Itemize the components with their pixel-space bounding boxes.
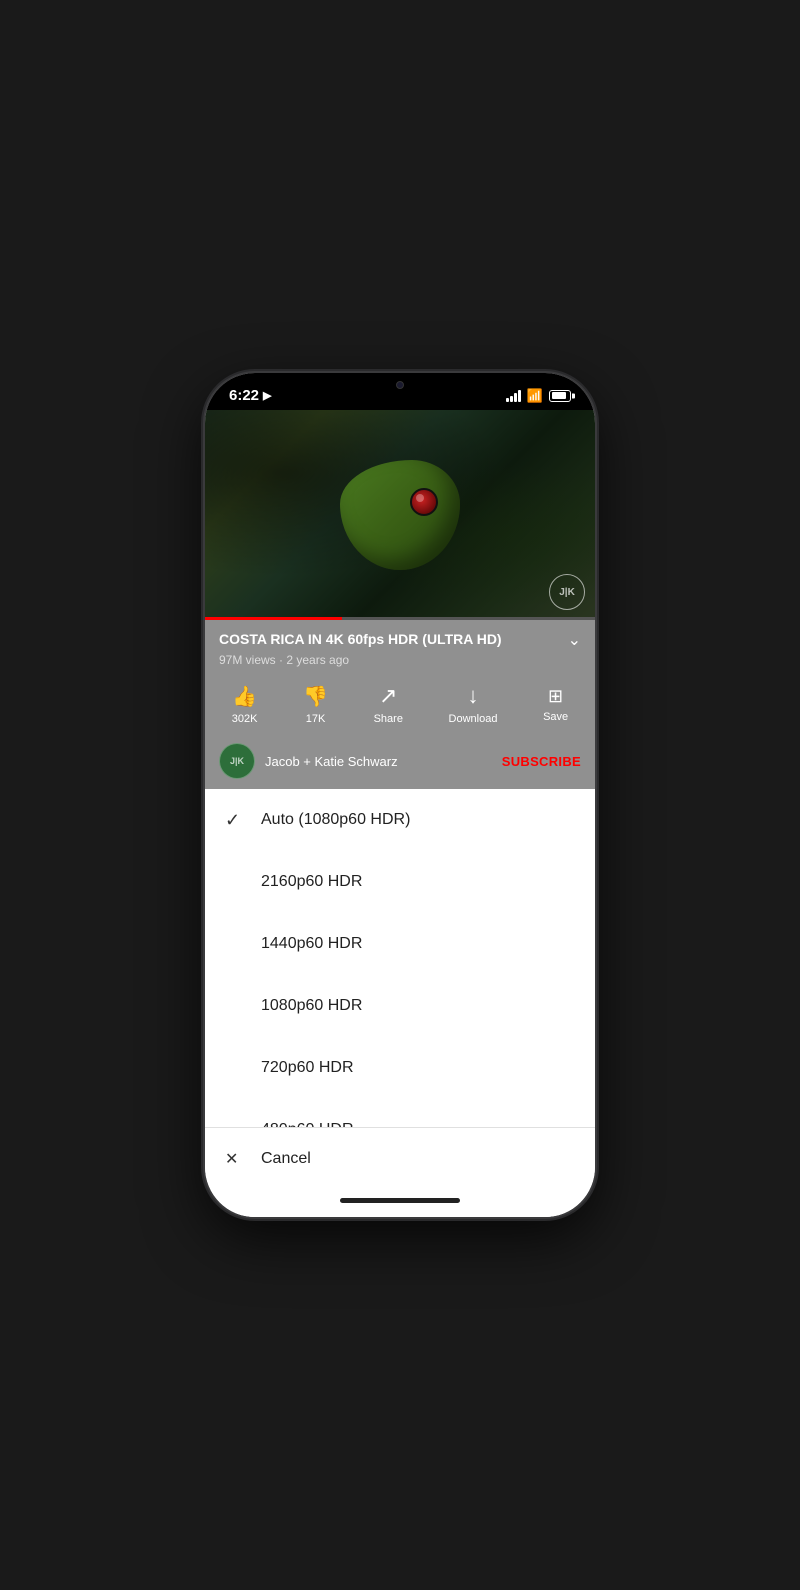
download-button[interactable]: ↓ Download <box>449 683 498 725</box>
battery-icon <box>549 390 571 402</box>
progress-fill <box>205 617 342 620</box>
location-icon: ▶ <box>263 389 271 402</box>
frog-eye <box>410 488 438 516</box>
quality-item-720p[interactable]: 720p60 HDR <box>205 1037 595 1099</box>
cancel-button[interactable]: ✕ Cancel <box>205 1128 595 1190</box>
like-button[interactable]: 👍 302K <box>232 684 258 725</box>
subscribe-button[interactable]: SUBSCRIBE <box>502 754 581 769</box>
quality-sheet: ✓ Auto (1080p60 HDR) 2160p60 HDR 1440p60… <box>205 789 595 1217</box>
share-button[interactable]: ↗ Share <box>374 683 403 725</box>
channel-watermark: J|K <box>549 574 585 610</box>
cancel-icon: ✕ <box>225 1149 261 1169</box>
share-label: Share <box>374 713 403 725</box>
save-label: Save <box>543 711 568 723</box>
wifi-icon: 📶 <box>527 388 543 404</box>
status-time: 6:22 ▶ <box>229 387 272 404</box>
quality-item-1440p[interactable]: 1440p60 HDR <box>205 913 595 975</box>
home-bar <box>340 1198 460 1203</box>
quality-label-2160p: 2160p60 HDR <box>261 873 362 891</box>
video-title: COSTA RICA IN 4K 60fps HDR (ULTRA HD) <box>219 630 560 648</box>
quality-label-1440p: 1440p60 HDR <box>261 935 362 953</box>
like-icon: 👍 <box>232 684 257 709</box>
video-meta: 97M views · 2 years ago <box>219 653 581 667</box>
notch-camera <box>396 381 404 389</box>
save-icon: ⊞ <box>548 686 563 707</box>
screen: 6:22 ▶ 📶 <box>205 373 595 1217</box>
time-display: 6:22 <box>229 387 259 404</box>
download-label: Download <box>449 713 498 725</box>
quality-label-720p: 720p60 HDR <box>261 1059 354 1077</box>
check-icon: ✓ <box>225 810 261 831</box>
like-count: 302K <box>232 713 258 725</box>
quality-list: ✓ Auto (1080p60 HDR) 2160p60 HDR 1440p60… <box>205 789 595 1127</box>
quality-item-2160p[interactable]: 2160p60 HDR <box>205 851 595 913</box>
notch <box>340 373 460 401</box>
dislike-button[interactable]: 👎 17K <box>303 684 328 725</box>
frog-body <box>340 460 460 570</box>
progress-bar <box>205 617 595 620</box>
video-thumbnail: J|K <box>205 410 595 620</box>
cancel-label: Cancel <box>261 1150 311 1168</box>
dislike-count: 17K <box>306 713 326 725</box>
signal-icon <box>506 390 521 402</box>
quality-label-1080p: 1080p60 HDR <box>261 997 362 1015</box>
quality-label-auto: Auto (1080p60 HDR) <box>261 811 410 829</box>
battery-fill <box>552 392 566 399</box>
channel-avatar[interactable]: J|K <box>219 743 255 779</box>
video-title-row: COSTA RICA IN 4K 60fps HDR (ULTRA HD) ⌄ <box>219 630 581 650</box>
quality-item-1080p[interactable]: 1080p60 HDR <box>205 975 595 1037</box>
status-icons: 📶 <box>506 388 571 404</box>
channel-name[interactable]: Jacob + Katie Schwarz <box>265 754 492 769</box>
video-area[interactable]: J|K <box>205 410 595 620</box>
channel-row: J|K Jacob + Katie Schwarz SUBSCRIBE <box>205 737 595 789</box>
download-icon: ↓ <box>468 683 479 709</box>
save-button[interactable]: ⊞ Save <box>543 686 568 723</box>
dislike-icon: 👎 <box>303 684 328 709</box>
frog-visual <box>320 440 480 590</box>
home-indicator <box>205 1190 595 1217</box>
action-row: 👍 302K 👎 17K ↗ Share ↓ Download ⊞ Save <box>205 675 595 737</box>
quality-item-480p[interactable]: 480p60 HDR <box>205 1099 595 1127</box>
expand-icon[interactable]: ⌄ <box>568 630 581 650</box>
share-icon: ↗ <box>379 683 397 709</box>
phone-frame: 6:22 ▶ 📶 <box>205 373 595 1217</box>
quality-item-auto[interactable]: ✓ Auto (1080p60 HDR) <box>205 789 595 851</box>
video-info: COSTA RICA IN 4K 60fps HDR (ULTRA HD) ⌄ … <box>205 620 595 675</box>
